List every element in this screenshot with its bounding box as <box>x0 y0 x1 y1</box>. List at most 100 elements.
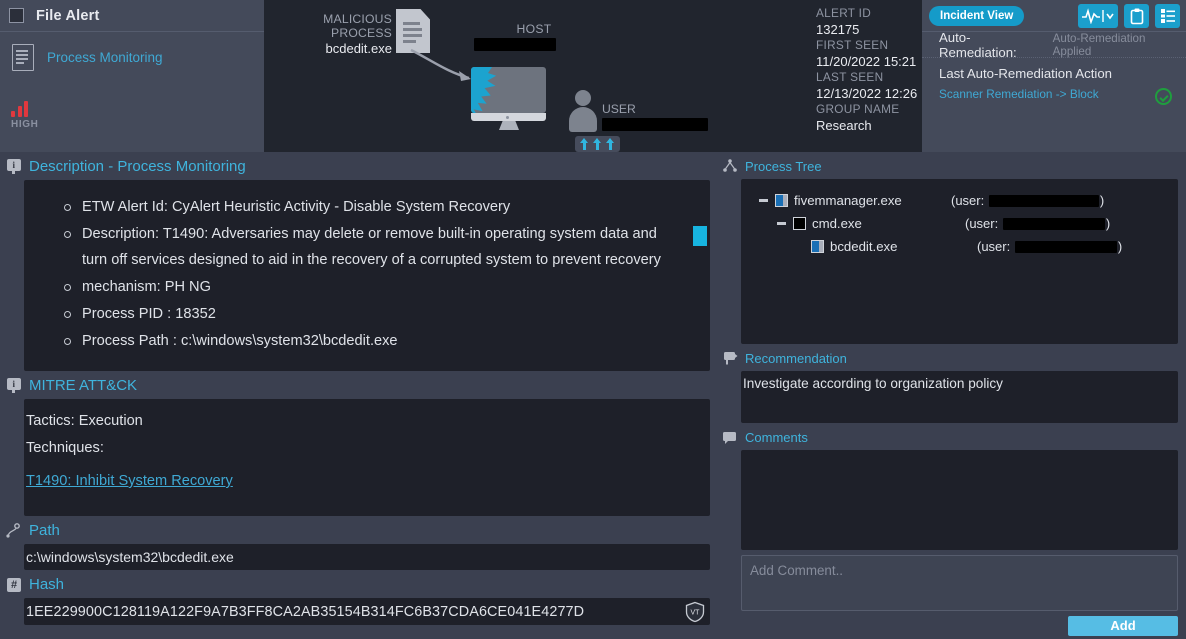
alert-identity-panel: File Alert Process Monitoring HIGH <box>0 0 264 152</box>
comment-actions: Add <box>741 616 1178 636</box>
process-monitoring-link[interactable]: Process Monitoring <box>47 50 163 65</box>
alert-select-checkbox[interactable] <box>9 8 24 23</box>
mitre-techniques-label: Techniques: <box>26 440 104 456</box>
mitre-heading: MITRE ATT&CK <box>29 377 138 394</box>
collapse-toggle-icon[interactable] <box>777 222 786 225</box>
description-scrollbar[interactable] <box>693 226 707 246</box>
escalation-arrows-badge[interactable] <box>575 136 620 152</box>
svg-text:VT: VT <box>691 610 701 617</box>
process-user: (user: ) <box>977 239 1123 254</box>
auto-remediation-label: Auto-Remediation: <box>939 29 1017 60</box>
host-name-redacted <box>474 38 556 51</box>
hash-value: 1EE229900C128119A122F9A7B3FF8CA2AB35154B… <box>26 603 585 620</box>
description-header: i Description - Process Monitoring <box>0 152 716 180</box>
list-item: ETW Alert Id: CyAlert Heuristic Activity… <box>64 194 686 220</box>
alert-metadata: ALERT ID 132175 FIRST SEEN 11/20/2022 15… <box>816 6 932 134</box>
left-column: i Description - Process Monitoring ETW A… <box>0 152 716 639</box>
first-seen-value: 11/20/2022 15:21 <box>816 54 917 69</box>
mitre-technique-link[interactable]: T1490: Inhibit System Recovery <box>26 468 233 495</box>
user-avatar-icon <box>567 90 599 132</box>
blue-window-icon <box>811 240 824 253</box>
file-icon <box>396 9 430 53</box>
group-name-value: Research <box>816 118 872 133</box>
description-panel: ETW Alert Id: CyAlert Heuristic Activity… <box>24 180 710 371</box>
attack-diagram: MALICIOUS PROCESS bcdedit.exe HOST USER … <box>264 0 922 152</box>
remediation-success-icon <box>1155 88 1172 105</box>
first-seen-label: FIRST SEEN <box>816 38 889 52</box>
severity-bars-icon <box>11 100 38 117</box>
comments-header: Comments <box>716 423 1186 450</box>
right-column: Process Tree fivemmanager.exe (user: ) c… <box>716 152 1186 639</box>
user-caption: USER <box>602 102 636 116</box>
malicious-process-name: bcdedit.exe <box>325 41 393 56</box>
clipboard-icon[interactable] <box>1124 4 1149 28</box>
alert-category-row: Process Monitoring <box>0 32 264 71</box>
process-user: (user: ) <box>965 216 1111 231</box>
recommendation-panel: Investigate according to organization po… <box>741 371 1178 423</box>
list-item: Process PID : 18352 <box>64 301 686 327</box>
description-list: ETW Alert Id: CyAlert Heuristic Activity… <box>24 180 710 354</box>
up-arrow-icon <box>580 138 589 150</box>
user-name-redacted <box>602 118 708 131</box>
description-heading: Description - Process Monitoring <box>29 158 246 175</box>
comment-bubble-icon <box>722 429 738 445</box>
incident-panel: Incident View Auto-Remediation: Auto-Rem… <box>922 0 1186 152</box>
top-summary-bar: File Alert Process Monitoring HIGH MALIC… <box>0 0 1186 152</box>
list-settings-icon[interactable] <box>1155 4 1180 28</box>
info-bubble-icon: i <box>6 158 22 175</box>
recommendation-flag-icon <box>722 350 738 366</box>
tree-row[interactable]: fivemmanager.exe (user: ) <box>741 189 1178 212</box>
list-item: Process Path : c:\windows\system32\bcded… <box>64 328 686 354</box>
mitre-tactics: Tactics: Execution <box>26 413 143 429</box>
tree-row[interactable]: cmd.exe (user: ) <box>741 212 1178 235</box>
up-arrow-icon <box>606 138 615 150</box>
blue-window-icon <box>775 194 788 207</box>
virustotal-shield-icon[interactable]: VT <box>684 601 706 623</box>
comment-input[interactable]: Add Comment.. <box>741 555 1178 611</box>
comment-placeholder: Add Comment.. <box>750 563 844 578</box>
alert-type-title: File Alert <box>36 7 100 24</box>
incident-header: Incident View <box>922 0 1186 32</box>
host-caption: HOST <box>516 22 552 36</box>
incident-toolbar <box>1078 4 1180 28</box>
last-action-value[interactable]: Scanner Remediation -> Block <box>939 87 1186 101</box>
process-name: bcdedit.exe <box>830 239 898 254</box>
severity-label: HIGH <box>11 119 39 130</box>
black-console-icon <box>793 217 806 230</box>
process-tree-header: Process Tree <box>716 152 1186 179</box>
auto-remediation-row: Auto-Remediation: Auto-Remediation Appli… <box>922 29 1186 60</box>
list-item: Description: T1490: Adversaries may dele… <box>64 221 686 273</box>
path-heading: Path <box>29 522 60 539</box>
tree-row[interactable]: bcdedit.exe (user: ) <box>741 235 1178 258</box>
recommendation-header: Recommendation <box>716 344 1186 371</box>
auto-remediation-value: Auto-Remediation Applied <box>1052 31 1146 58</box>
last-action-title: Last Auto-Remediation Action <box>939 66 1113 81</box>
collapse-toggle-icon[interactable] <box>759 199 768 202</box>
last-remediation-action: Last Auto-Remediation Action Scanner Rem… <box>922 58 1186 101</box>
severity-indicator: HIGH <box>11 100 38 130</box>
mitre-header: i MITRE ATT&CK <box>0 371 716 399</box>
recommendation-heading: Recommendation <box>745 350 847 366</box>
process-tree-heading: Process Tree <box>745 158 822 174</box>
last-seen-label: LAST SEEN <box>816 70 884 84</box>
incident-view-button[interactable]: Incident View <box>929 5 1025 26</box>
add-comment-button[interactable]: Add <box>1068 616 1178 636</box>
group-name-label: GROUP NAME <box>816 102 900 116</box>
alert-id-label: ALERT ID <box>816 6 872 20</box>
last-seen-value: 12/13/2022 12:26 <box>816 86 918 101</box>
mitre-panel: Tactics: Execution Techniques: T1490: In… <box>24 399 710 516</box>
path-node-icon <box>6 522 22 539</box>
process-name: fivemmanager.exe <box>794 193 902 208</box>
detail-body: i Description - Process Monitoring ETW A… <box>0 152 1186 639</box>
alert-title-row: File Alert <box>0 0 264 32</box>
process-name: cmd.exe <box>812 216 862 231</box>
hash-panel: 1EE229900C128119A122F9A7B3FF8CA2AB35154B… <box>24 598 710 625</box>
malicious-process-caption: MALICIOUS PROCESS <box>323 12 392 40</box>
process-tree-panel: fivemmanager.exe (user: ) cmd.exe (user:… <box>741 179 1178 344</box>
process-user: (user: ) <box>951 193 1105 208</box>
malicious-process-block: MALICIOUS PROCESS bcdedit.exe <box>270 12 392 56</box>
comments-list <box>741 450 1178 550</box>
path-header: Path <box>0 516 716 544</box>
alert-id-value: 132175 <box>816 22 860 37</box>
activity-pulse-icon[interactable] <box>1078 4 1118 28</box>
